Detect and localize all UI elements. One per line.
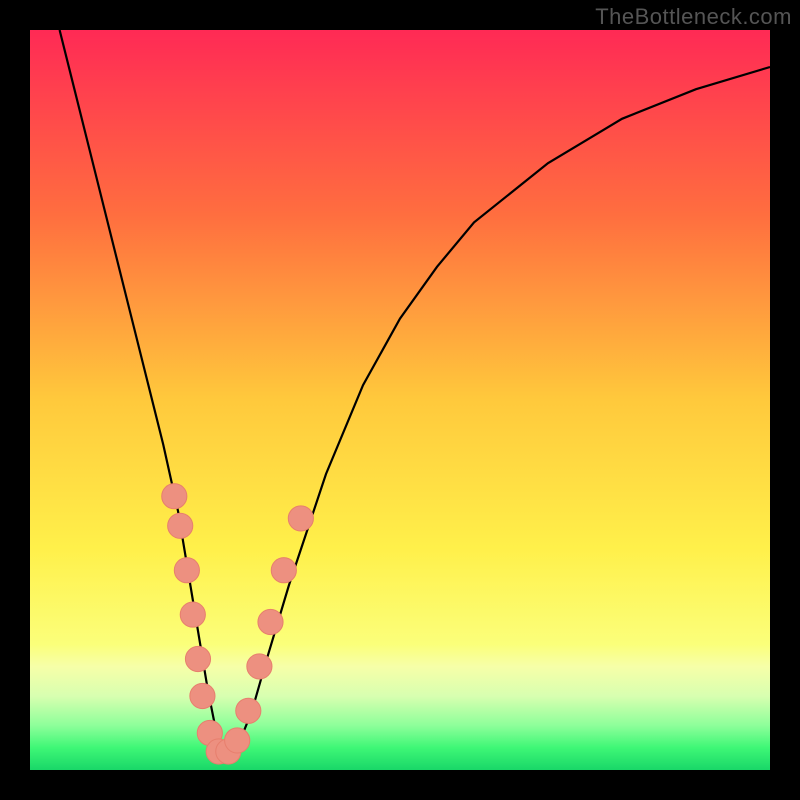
attribution-text: TheBottleneck.com [595, 4, 792, 30]
plot-area [30, 30, 770, 770]
curve-marker [225, 728, 250, 753]
curve-marker [180, 602, 205, 627]
curve-marker [271, 558, 296, 583]
curve-marker [288, 506, 313, 531]
curve-marker [162, 484, 187, 509]
curve-marker [236, 698, 261, 723]
curve-marker [168, 513, 193, 538]
curve-marker [174, 558, 199, 583]
curve-marker [258, 609, 283, 634]
chart-overlay [30, 30, 770, 770]
chart-frame: TheBottleneck.com [0, 0, 800, 800]
curve-marker [247, 654, 272, 679]
bottleneck-curve [60, 30, 770, 755]
curve-marker [190, 683, 215, 708]
curve-markers [162, 484, 314, 764]
curve-marker [185, 646, 210, 671]
